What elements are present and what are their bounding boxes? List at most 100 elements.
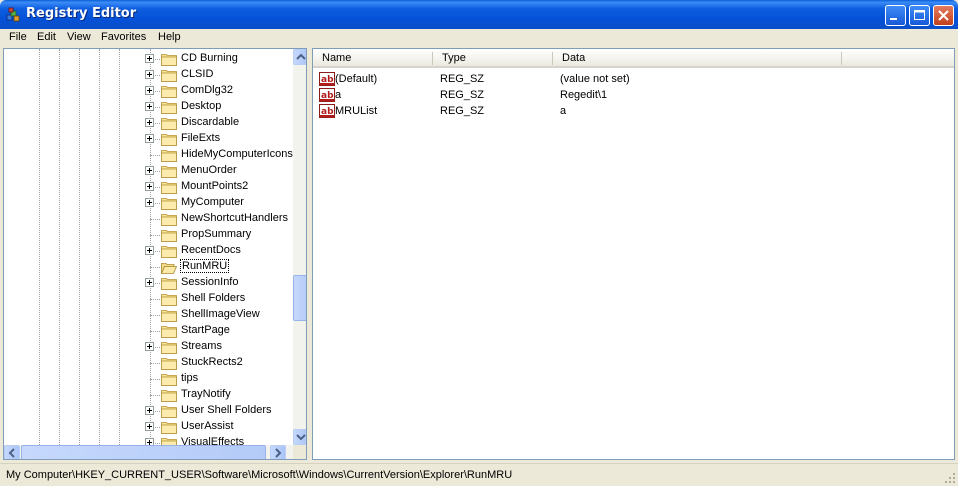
folder-icon [161, 406, 177, 418]
tree-item-label: SessionInfo [181, 276, 239, 288]
tree-item-label: RunMRU [180, 259, 230, 273]
registry-app-icon [6, 7, 20, 22]
tree-horizontal-scrollbar[interactable] [4, 445, 293, 459]
value-name: a [335, 89, 342, 101]
value-data: a [560, 105, 567, 117]
expand-plus-icon[interactable] [145, 134, 154, 143]
folder-icon [161, 390, 177, 402]
maximize-button[interactable] [909, 5, 930, 26]
tree-connector [150, 155, 160, 156]
tree-item[interactable]: Discardable [4, 115, 294, 131]
tree-item[interactable]: Desktop [4, 99, 294, 115]
scroll-up-button[interactable] [293, 49, 306, 65]
tree-item-label: MyComputer [181, 196, 244, 208]
value-row[interactable]: ab a REG_SZ Regedit\1 [313, 87, 913, 103]
resize-grip-icon[interactable] [944, 472, 956, 484]
tree-item[interactable]: Shell Folders [4, 291, 294, 307]
expand-plus-icon[interactable] [145, 182, 154, 191]
value-data: Regedit\1 [560, 89, 608, 101]
value-row[interactable]: ab (Default) REG_SZ (value not set) [313, 71, 913, 87]
tree-item-label: PropSummary [181, 228, 252, 240]
value-name: MRUList [335, 105, 378, 117]
tree-item[interactable]: StuckRects2 [4, 355, 294, 371]
tree-item[interactable]: User Shell Folders [4, 403, 294, 419]
chevron-down-icon [296, 434, 306, 441]
title-bar[interactable]: Registry Editor [0, 0, 958, 29]
list-header: Name Type Data [313, 49, 954, 68]
value-row[interactable]: ab MRUList REG_SZ a [313, 103, 913, 119]
tree-scroll-thumb[interactable] [293, 275, 306, 321]
menu-edit[interactable]: Edit [37, 31, 56, 43]
expand-plus-icon[interactable] [145, 342, 154, 351]
tree-item[interactable]: RunMRU [4, 259, 294, 275]
string-value-icon: ab [319, 88, 335, 102]
minimize-icon [890, 18, 897, 20]
tree-item[interactable]: MenuOrder [4, 163, 294, 179]
tree-item-label: Streams [181, 340, 222, 352]
folder-icon [161, 294, 177, 306]
scroll-down-button[interactable] [293, 429, 306, 445]
tree-item[interactable]: ShellImageView [4, 307, 294, 323]
column-header-type[interactable]: Type [442, 52, 466, 64]
expand-plus-icon[interactable] [145, 198, 154, 207]
close-button[interactable] [933, 5, 954, 26]
scroll-left-button[interactable] [4, 445, 20, 459]
folder-icon [161, 310, 177, 322]
folder-icon [161, 54, 177, 66]
registry-key-tree[interactable]: CD Burning CLSID ComDlg32 Desktop Discardabl… [3, 48, 307, 460]
expand-plus-icon[interactable] [145, 406, 154, 415]
menu-favorites[interactable]: Favorites [101, 31, 146, 43]
column-divider[interactable] [552, 52, 553, 65]
tree-item[interactable]: FileExts [4, 131, 294, 147]
tree-item[interactable]: MyComputer [4, 195, 294, 211]
tree-item[interactable]: ComDlg32 [4, 83, 294, 99]
tree-item[interactable]: RecentDocs [4, 243, 294, 259]
folder-icon [161, 342, 177, 354]
expand-plus-icon[interactable] [145, 118, 154, 127]
column-divider[interactable] [841, 52, 842, 65]
expand-plus-icon[interactable] [145, 54, 154, 63]
menu-file[interactable]: File [9, 31, 27, 43]
tree-item[interactable]: CD Burning [4, 51, 294, 67]
folder-icon [161, 118, 177, 130]
tree-connector [150, 331, 160, 332]
scroll-right-button[interactable] [270, 445, 286, 459]
tree-item[interactable]: StartPage [4, 323, 294, 339]
column-divider[interactable] [432, 52, 433, 65]
tree-item[interactable]: SessionInfo [4, 275, 294, 291]
column-header-data[interactable]: Data [562, 52, 585, 64]
folder-icon [161, 102, 177, 114]
tree-hscroll-thumb[interactable] [21, 445, 266, 459]
folder-icon [161, 150, 177, 162]
value-type: REG_SZ [440, 89, 485, 101]
expand-plus-icon[interactable] [145, 70, 154, 79]
maximize-icon [914, 10, 925, 20]
expand-plus-icon[interactable] [145, 102, 154, 111]
tree-item[interactable]: TrayNotify [4, 387, 294, 403]
registry-values-list[interactable]: Name Type Data ab (Default) REG_SZ (value n… [312, 48, 955, 460]
tree-item[interactable]: PropSummary [4, 227, 294, 243]
expand-plus-icon[interactable] [145, 166, 154, 175]
minimize-button[interactable] [885, 5, 906, 26]
folder-icon [161, 230, 177, 242]
chevron-up-icon [296, 53, 306, 60]
tree-item[interactable]: NewShortcutHandlers [4, 211, 294, 227]
menu-help[interactable]: Help [158, 31, 181, 43]
folder-icon [161, 422, 177, 434]
tree-item-label: Desktop [181, 100, 222, 112]
tree-vertical-scrollbar[interactable] [293, 49, 306, 445]
tree-item[interactable]: tips [4, 371, 294, 387]
tree-item-label: StuckRects2 [181, 356, 243, 368]
tree-item[interactable]: CLSID [4, 67, 294, 83]
tree-item[interactable]: UserAssist [4, 419, 294, 435]
expand-plus-icon[interactable] [145, 86, 154, 95]
tree-item[interactable]: Streams [4, 339, 294, 355]
menu-view[interactable]: View [67, 31, 91, 43]
expand-plus-icon[interactable] [145, 422, 154, 431]
tree-item[interactable]: HideMyComputerIcons [4, 147, 294, 163]
tree-connector [150, 299, 160, 300]
expand-plus-icon[interactable] [145, 278, 154, 287]
tree-item[interactable]: MountPoints2 [4, 179, 294, 195]
expand-plus-icon[interactable] [145, 246, 154, 255]
column-header-name[interactable]: Name [322, 52, 351, 64]
